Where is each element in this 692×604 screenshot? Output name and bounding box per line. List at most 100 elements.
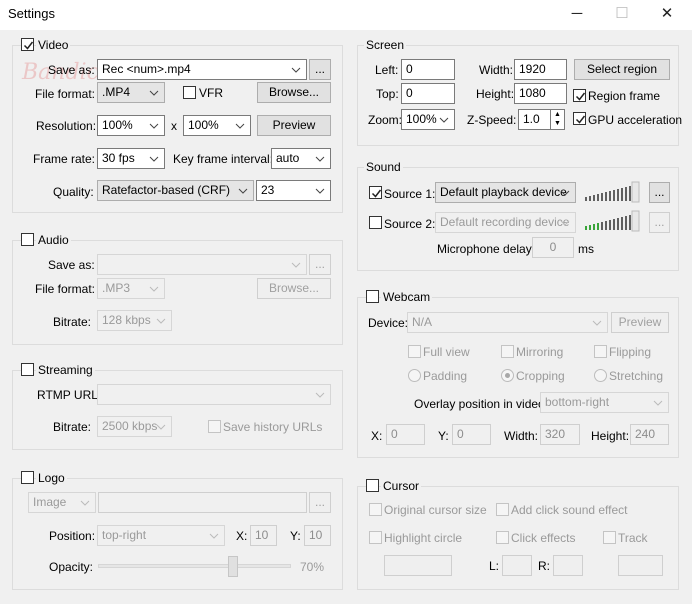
gpu-acceleration-checkbox[interactable] bbox=[573, 112, 586, 125]
chevron-down-icon bbox=[438, 113, 450, 126]
screen-height-field[interactable]: 1080 bbox=[514, 83, 567, 104]
zoom-select[interactable]: 100% bbox=[401, 109, 455, 130]
full-view-checkbox[interactable] bbox=[408, 345, 421, 358]
click-right-color-button[interactable] bbox=[553, 555, 583, 576]
audio-save-as-select[interactable] bbox=[97, 254, 307, 275]
spin-down-icon[interactable]: ▼ bbox=[551, 119, 564, 128]
frame-rate-select[interactable]: 30 fps bbox=[97, 148, 165, 169]
audio-file-format-label: File format: bbox=[35, 282, 96, 296]
source1-settings-button[interactable]: ... bbox=[649, 182, 670, 203]
streaming-group bbox=[12, 370, 343, 450]
logo-position-select[interactable]: top-right bbox=[97, 525, 225, 546]
video-save-as-select[interactable]: Rec <num>.mp4 bbox=[97, 59, 307, 80]
audio-bitrate-select[interactable]: 128 kbps bbox=[97, 310, 172, 331]
resolution-width-select[interactable]: 100% bbox=[97, 115, 165, 136]
save-history-checkbox[interactable] bbox=[208, 420, 221, 433]
close-button[interactable]: ✕ bbox=[652, 4, 682, 24]
screen-left-field[interactable]: 0 bbox=[401, 59, 455, 80]
audio-file-format-select[interactable]: .MP3 bbox=[97, 278, 165, 299]
cropping-radio[interactable] bbox=[501, 369, 514, 382]
chevron-down-icon bbox=[559, 186, 571, 199]
logo-x-field[interactable]: 10 bbox=[250, 525, 277, 546]
zspeed-spinner[interactable]: ▲ ▼ bbox=[550, 109, 565, 130]
chevron-down-icon bbox=[559, 216, 571, 229]
video-file-format-select[interactable]: .MP4 bbox=[97, 82, 165, 103]
logo-enable-checkbox[interactable] bbox=[21, 471, 34, 484]
audio-save-as-browse-button[interactable]: ... bbox=[309, 254, 331, 275]
flipping-checkbox[interactable] bbox=[594, 345, 607, 358]
logo-position-label: Position: bbox=[49, 529, 96, 543]
logo-path-field[interactable] bbox=[98, 492, 307, 513]
vfr-checkbox[interactable] bbox=[183, 86, 196, 99]
quality-value-select[interactable]: 23 bbox=[256, 180, 331, 201]
audio-group-label: Audio bbox=[36, 232, 71, 248]
video-browse-button[interactable]: Browse... bbox=[257, 82, 331, 103]
resolution-height-select[interactable]: 100% bbox=[183, 115, 251, 136]
mic-delay-field[interactable]: 0 bbox=[532, 237, 574, 258]
screen-left-label: Left: bbox=[375, 63, 399, 77]
logo-y-field[interactable]: 10 bbox=[304, 525, 331, 546]
chevron-down-icon bbox=[591, 316, 603, 329]
webcam-height-field[interactable]: 240 bbox=[630, 424, 669, 445]
chevron-down-icon bbox=[148, 119, 160, 132]
track-color-button[interactable] bbox=[618, 555, 663, 576]
source1-checkbox[interactable] bbox=[369, 186, 382, 199]
logo-type-select[interactable]: Image bbox=[28, 492, 96, 513]
webcam-width-label: Width: bbox=[504, 429, 539, 443]
webcam-y-field[interactable]: 0 bbox=[452, 424, 491, 445]
audio-save-as-label: Save as: bbox=[48, 258, 95, 272]
webcam-preview-button[interactable]: Preview bbox=[611, 312, 669, 333]
webcam-x-field[interactable]: 0 bbox=[386, 424, 425, 445]
webcam-device-select[interactable]: N/A bbox=[407, 312, 608, 333]
click-left-color-button[interactable] bbox=[502, 555, 532, 576]
frame-rate-label: Frame rate: bbox=[33, 152, 96, 166]
region-frame-label: Region frame bbox=[588, 89, 661, 103]
zspeed-field[interactable]: 1.0 bbox=[518, 109, 551, 130]
chevron-down-icon bbox=[155, 314, 167, 327]
maximize-button[interactable]: ☐ bbox=[607, 4, 637, 24]
region-frame-checkbox[interactable] bbox=[573, 89, 586, 102]
opacity-slider-thumb[interactable] bbox=[228, 556, 239, 577]
audio-browse-button[interactable]: Browse... bbox=[257, 278, 331, 299]
highlight-color-button[interactable] bbox=[384, 555, 452, 576]
highlight-circle-checkbox[interactable] bbox=[369, 531, 382, 544]
minimize-button[interactable]: ─ bbox=[562, 4, 592, 24]
audio-enable-checkbox[interactable] bbox=[21, 233, 34, 246]
mirroring-checkbox[interactable] bbox=[501, 345, 514, 358]
select-region-button[interactable]: Select region bbox=[574, 59, 670, 80]
full-view-label: Full view bbox=[423, 345, 470, 359]
source2-volume-meter[interactable] bbox=[584, 210, 640, 232]
track-checkbox[interactable] bbox=[603, 531, 616, 544]
overlay-position-select[interactable]: bottom-right bbox=[540, 392, 669, 413]
spin-up-icon[interactable]: ▲ bbox=[551, 110, 564, 119]
click-sound-checkbox[interactable] bbox=[496, 503, 509, 516]
logo-x-label: X: bbox=[236, 529, 248, 543]
opacity-slider-track[interactable] bbox=[98, 564, 291, 568]
video-enable-checkbox[interactable] bbox=[21, 38, 34, 51]
keyframe-select[interactable]: auto bbox=[271, 148, 331, 169]
webcam-enable-checkbox[interactable] bbox=[366, 290, 379, 303]
streaming-bitrate-select[interactable]: 2500 kbps bbox=[97, 416, 172, 437]
screen-width-field[interactable]: 1920 bbox=[514, 59, 567, 80]
source2-checkbox[interactable] bbox=[369, 216, 382, 229]
source1-select[interactable]: Default playback device bbox=[435, 182, 576, 203]
streaming-enable-checkbox[interactable] bbox=[21, 363, 34, 376]
source1-label: Source 1: bbox=[384, 187, 436, 201]
source2-select[interactable]: Default recording device bbox=[435, 212, 576, 233]
screen-top-field[interactable]: 0 bbox=[401, 83, 455, 104]
logo-browse-button[interactable]: ... bbox=[309, 492, 331, 513]
video-save-as-browse-button[interactable]: ... bbox=[309, 59, 331, 80]
highlight-circle-label: Highlight circle bbox=[384, 531, 463, 545]
quality-mode-select[interactable]: Ratefactor-based (CRF) bbox=[97, 180, 254, 201]
cursor-enable-checkbox[interactable] bbox=[366, 479, 379, 492]
webcam-width-field[interactable]: 320 bbox=[540, 424, 580, 445]
source1-volume-meter[interactable] bbox=[584, 181, 640, 203]
original-cursor-size-checkbox[interactable] bbox=[369, 503, 382, 516]
source2-label: Source 2: bbox=[384, 217, 436, 231]
source2-settings-button[interactable]: ... bbox=[649, 212, 670, 233]
rtmp-url-select[interactable] bbox=[97, 384, 331, 405]
click-effects-checkbox[interactable] bbox=[496, 531, 509, 544]
padding-radio[interactable] bbox=[408, 369, 421, 382]
resolution-preview-button[interactable]: Preview bbox=[257, 115, 331, 136]
stretching-radio[interactable] bbox=[594, 369, 607, 382]
